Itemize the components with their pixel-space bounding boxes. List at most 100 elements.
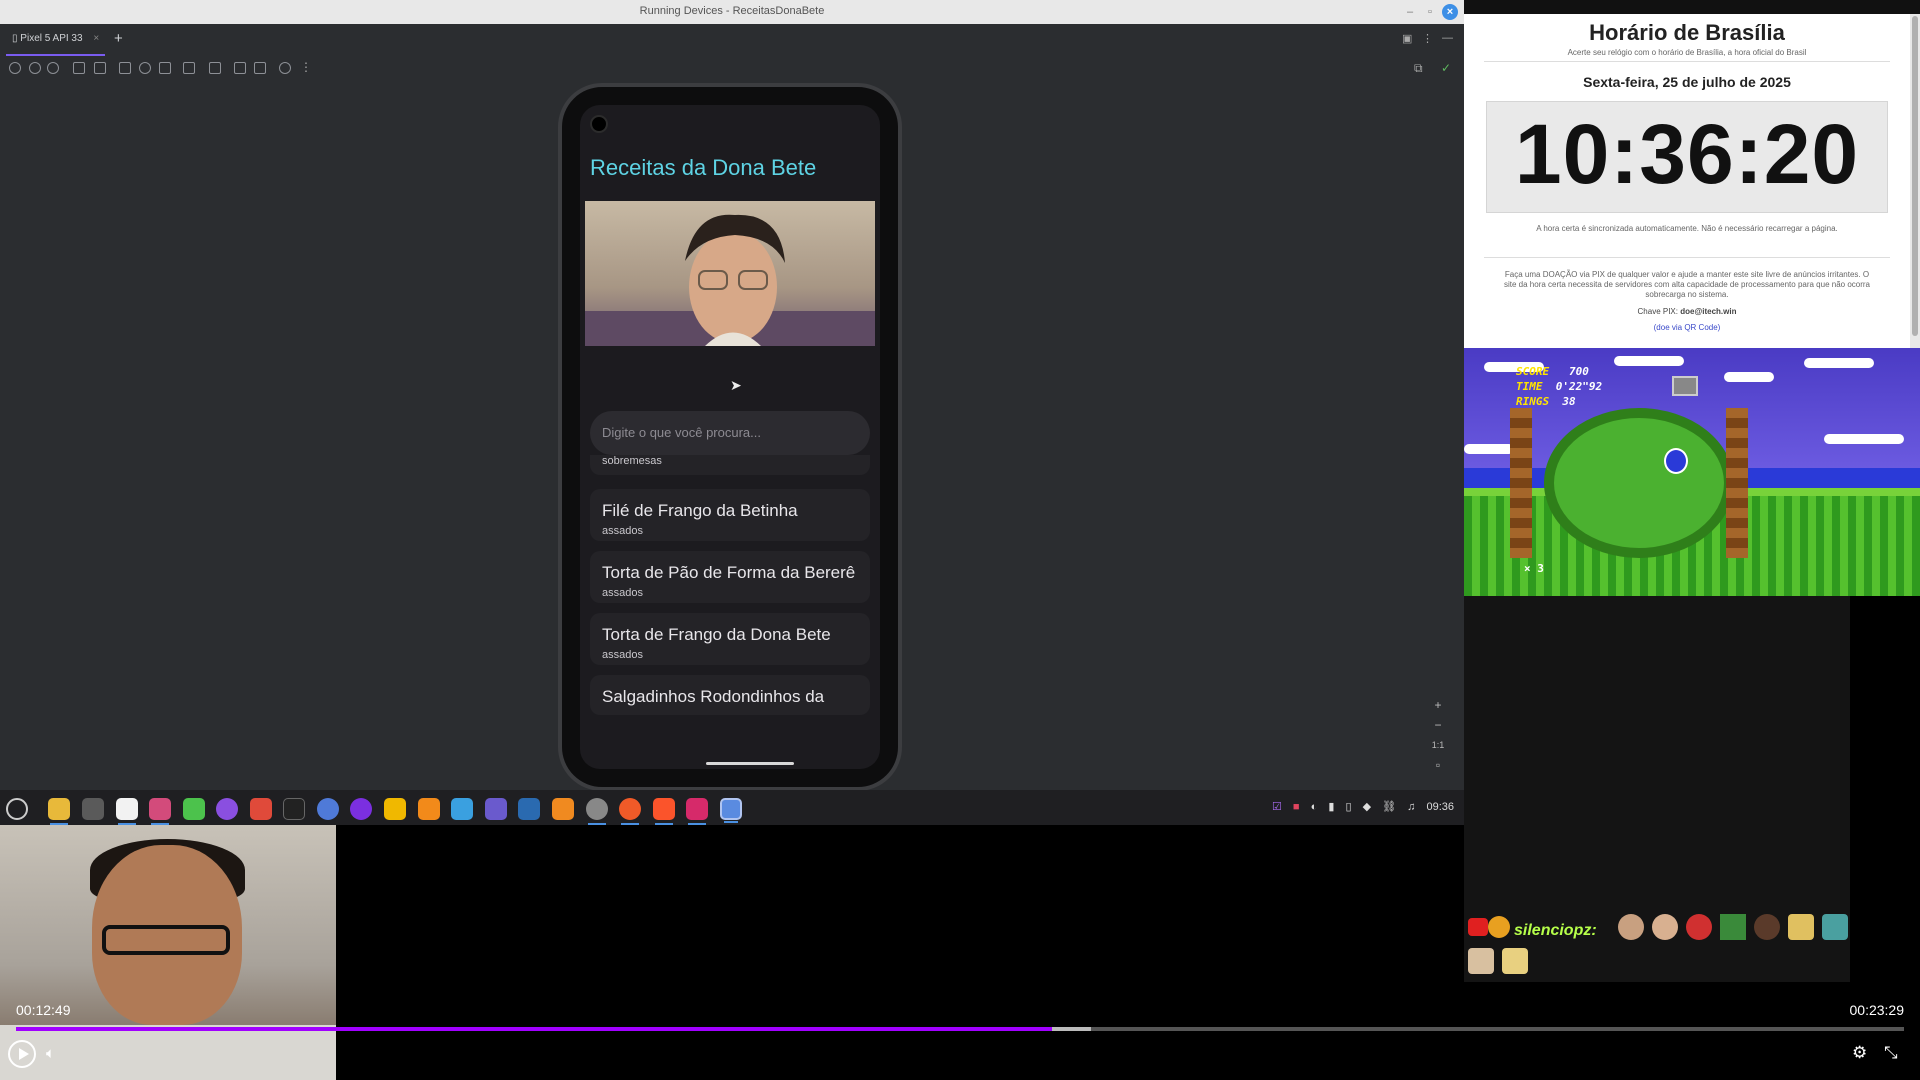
- screen-record-icon[interactable]: [254, 62, 266, 74]
- layout-icon[interactable]: ▣: [1402, 32, 1412, 45]
- front-camera-icon: [590, 115, 608, 133]
- zoom-fit-icon[interactable]: ▫: [1426, 755, 1450, 775]
- obs-icon[interactable]: [586, 798, 608, 825]
- power-icon[interactable]: [9, 62, 21, 74]
- tab-device[interactable]: ▯ Pixel 5 API 33 ×: [6, 24, 106, 56]
- gear-icon[interactable]: ⚙: [1852, 1043, 1867, 1063]
- emote-icon: [1652, 914, 1678, 940]
- tab-close-icon[interactable]: ×: [93, 33, 99, 44]
- minimize-icon[interactable]: –: [1402, 4, 1418, 20]
- progress-bar[interactable]: [16, 1027, 1904, 1031]
- emote-icon: [1618, 914, 1644, 940]
- network-icon[interactable]: ⛓: [1382, 801, 1396, 813]
- zoom-out-button[interactable]: −: [1426, 715, 1450, 735]
- play-icon[interactable]: [8, 1040, 36, 1068]
- cube-app-icon[interactable]: ■: [1293, 801, 1300, 813]
- close-icon[interactable]: ×: [1442, 4, 1458, 20]
- camera-badge-icon: [1468, 918, 1488, 936]
- game-controller-icon[interactable]: [451, 798, 473, 820]
- pix-label: Chave PIX:: [1637, 307, 1678, 316]
- clock-website: Horário de Brasília Acerte seu relógio c…: [1464, 0, 1920, 348]
- podcast-app-icon[interactable]: [350, 798, 372, 820]
- duration: 00:23:29: [1849, 1002, 1905, 1018]
- browser-app-icon[interactable]: [619, 798, 641, 825]
- game-loop: [1544, 408, 1734, 558]
- vlc-icon[interactable]: [552, 798, 574, 820]
- qbittorrent-icon[interactable]: [317, 798, 339, 820]
- emote-icon: [1720, 914, 1746, 940]
- scrollbar[interactable]: [1910, 14, 1920, 348]
- taskbar-clock[interactable]: 09:36: [1426, 801, 1454, 813]
- rotate-left-icon[interactable]: [73, 62, 85, 74]
- zoom-tool-icon[interactable]: ⧉: [1414, 61, 1423, 76]
- emote-icon: [1788, 914, 1814, 940]
- snapshot-icon[interactable]: [279, 62, 291, 74]
- divider: [1484, 257, 1890, 258]
- search-input[interactable]: Digite o que você procura...: [590, 411, 870, 455]
- clipboard-icon[interactable]: ▮: [1328, 801, 1334, 813]
- recipe-card[interactable]: Torta de Pão de Forma da Bererê assados: [590, 551, 870, 603]
- qr-code-link[interactable]: (doe via QR Code): [1464, 323, 1910, 332]
- overview-icon[interactable]: [159, 62, 171, 74]
- music-icon[interactable]: ♫: [1407, 801, 1415, 813]
- steam-icon[interactable]: [518, 798, 540, 820]
- window-title: Running Devices - ReceitasDonaBete: [639, 5, 825, 17]
- fold-icon[interactable]: [183, 62, 195, 74]
- phone-screen: Receitas da Dona Bete ➤ Digite o que voc…: [580, 105, 880, 769]
- maximize-icon[interactable]: ▫: [1422, 4, 1438, 20]
- sync-app-icon[interactable]: [216, 798, 238, 820]
- more-options-icon[interactable]: ⋮: [1422, 32, 1433, 45]
- recipe-name: Salgadinhos Rodondinhos da: [602, 687, 825, 706]
- android-studio-icon[interactable]: [720, 798, 742, 823]
- toolbar-more-icon[interactable]: ⋮: [300, 60, 312, 74]
- vpn-shield-icon[interactable]: ◆: [1363, 801, 1371, 813]
- device-frame-icon[interactable]: [209, 62, 221, 74]
- vector-app-icon[interactable]: [485, 798, 507, 820]
- cloud: [1614, 356, 1684, 366]
- terminal-icon[interactable]: [283, 798, 305, 820]
- chat-app-icon[interactable]: [183, 798, 205, 820]
- fox-app-icon[interactable]: [418, 798, 440, 820]
- zoom-in-button[interactable]: +: [1426, 695, 1450, 715]
- file-manager-icon[interactable]: [48, 798, 70, 825]
- totem-pillar: [1726, 408, 1748, 558]
- clock-subtitle: Acerte seu relógio com o horário de Bras…: [1567, 48, 1807, 57]
- recipe-card[interactable]: sobremesas: [590, 455, 870, 475]
- software-store-icon[interactable]: [250, 798, 272, 820]
- webcam-feed: [0, 825, 336, 1080]
- jetbrains-icon[interactable]: [686, 798, 708, 825]
- rotate-right-icon[interactable]: [94, 62, 106, 74]
- hero-photo: [585, 201, 875, 346]
- webcam-glasses: [102, 925, 230, 955]
- storage-icon[interactable]: ▯: [1345, 801, 1351, 813]
- checkbox-app-icon[interactable]: ☑: [1272, 801, 1282, 813]
- home-icon[interactable]: [139, 62, 151, 74]
- brave-browser-icon[interactable]: [653, 798, 675, 825]
- sonic-game-capture: SCORE 700 TIME 0'22"92 RINGS 38 × 3: [1464, 348, 1920, 596]
- volume-icon[interactable]: 🔈︎: [46, 1045, 55, 1062]
- rings-label: RINGS: [1516, 395, 1550, 408]
- hide-panel-icon[interactable]: —: [1442, 32, 1453, 44]
- exit-fullscreen-icon[interactable]: ⤡: [1884, 1043, 1898, 1063]
- system-monitor-icon[interactable]: [82, 798, 104, 820]
- app-menu-icon[interactable]: [6, 798, 28, 820]
- scrollbar-thumb[interactable]: [1912, 16, 1918, 336]
- gesture-nav-bar[interactable]: [706, 762, 794, 765]
- screenshot-icon[interactable]: [234, 62, 246, 74]
- volume-up-icon[interactable]: [29, 62, 41, 74]
- zoom-actual-size-button[interactable]: 1:1: [1426, 735, 1450, 755]
- thermometer-app-icon[interactable]: [149, 798, 171, 825]
- recipe-card[interactable]: Salgadinhos Rodondinhos da: [590, 675, 870, 715]
- obs-tray-icon[interactable]: ◐: [1311, 801, 1318, 813]
- recipe-card[interactable]: Filé de Frango da Betinha assados: [590, 489, 870, 541]
- volume-down-icon[interactable]: [47, 62, 59, 74]
- recipe-card[interactable]: Torta de Frango da Dona Bete assados: [590, 613, 870, 665]
- add-device-tab-button[interactable]: +: [114, 30, 123, 47]
- download-app-icon[interactable]: [384, 798, 406, 820]
- chat-overlay: silenciopz:: [1464, 596, 1850, 982]
- check-icon[interactable]: ✓: [1441, 61, 1451, 75]
- cloud: [1464, 444, 1514, 454]
- back-icon[interactable]: [119, 62, 131, 74]
- calendar-icon[interactable]: [116, 798, 138, 825]
- donation-text: Faça uma DOAÇÃO via PIX de qualquer valo…: [1504, 270, 1870, 299]
